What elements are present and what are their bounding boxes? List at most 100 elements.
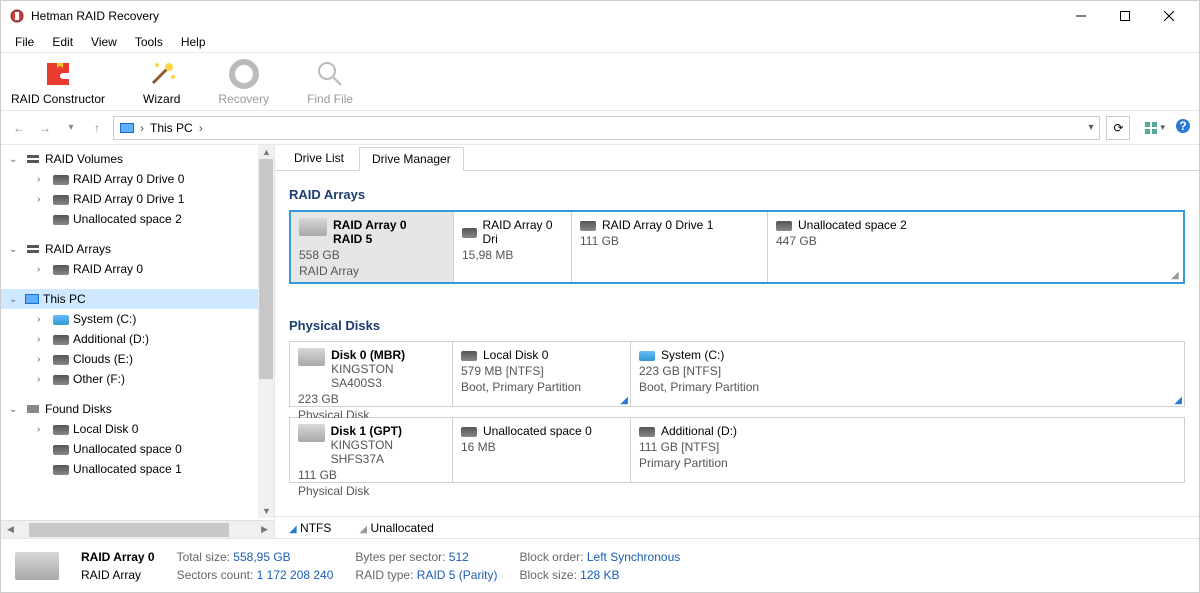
maximize-button[interactable] (1103, 2, 1147, 30)
tree-item[interactable]: ›Other (F:) (1, 369, 274, 389)
drive-icon (53, 465, 69, 475)
status-block-size: Block size: 128 KB (519, 568, 680, 582)
address-bar[interactable]: › This PC › ▾ (113, 116, 1100, 140)
partition-cell[interactable]: Unallocated space 0 16 MB (453, 418, 631, 482)
tree-group-found-disks[interactable]: ⌄Found Disks (1, 399, 274, 419)
expand-icon[interactable]: › (37, 264, 49, 275)
scrollbar-thumb[interactable] (29, 523, 229, 537)
expand-icon[interactable]: › (37, 354, 49, 365)
disk-header[interactable]: Disk 1 (GPT) KINGSTON SHFS37A 111 GB Phy… (290, 418, 453, 482)
expand-icon[interactable]: › (37, 334, 49, 345)
drive-icon (461, 351, 477, 361)
tab-drive-list[interactable]: Drive List (281, 146, 357, 170)
status-block-order: Block order: Left Synchronous (519, 550, 680, 564)
raid-part[interactable]: Unallocated space 2 447 GB ◢ (768, 212, 1183, 282)
partition-cell[interactable]: Local Disk 0 579 MB [NTFS] Boot, Primary… (453, 342, 631, 406)
raid-part[interactable]: RAID Array 0 Dri 15,98 MB (454, 212, 572, 282)
drive-icon (53, 425, 69, 435)
find-file-button[interactable]: Find File (307, 58, 353, 106)
tree-group-raid-arrays[interactable]: ⌄RAID Arrays (1, 239, 274, 259)
navbar: ← → ▾ ↑ › This PC › ▾ ⟳ ▾ ? (1, 111, 1199, 145)
hdd-icon (15, 552, 59, 580)
tree-item[interactable]: Unallocated space 1 (1, 459, 274, 479)
collapse-icon[interactable]: ⌄ (9, 244, 21, 255)
expand-icon[interactable]: › (37, 424, 49, 435)
scroll-right-icon[interactable]: ▶ (261, 524, 268, 535)
tree-group-raid-volumes[interactable]: ⌄RAID Volumes (1, 149, 274, 169)
tree-item[interactable]: ›RAID Array 0 Drive 0 (1, 169, 274, 189)
raid-part[interactable]: RAID Array 0 Drive 1 111 GB (572, 212, 768, 282)
chevron-right-icon: › (140, 121, 144, 135)
back-button[interactable]: ← (9, 118, 29, 138)
scroll-down-icon[interactable]: ▼ (262, 506, 271, 516)
tree-group-this-pc[interactable]: ⌄This PC (1, 289, 274, 309)
menu-edit[interactable]: Edit (44, 33, 81, 51)
volumes-icon (25, 152, 41, 166)
collapse-icon[interactable]: ⌄ (9, 154, 21, 165)
drive-icon (639, 351, 655, 361)
menu-help[interactable]: Help (173, 33, 214, 51)
minimize-button[interactable] (1059, 2, 1103, 30)
physical-disk-row[interactable]: Disk 0 (MBR) KINGSTON SA400S3 223 GB Phy… (289, 341, 1185, 407)
help-icon[interactable]: ? (1175, 118, 1191, 137)
drive-icon (462, 228, 477, 238)
tree-item[interactable]: ›Local Disk 0 (1, 419, 274, 439)
tree-item[interactable]: Unallocated space 0 (1, 439, 274, 459)
raid-array-header[interactable]: RAID Array 0 RAID 5 558 GB RAID Array (291, 212, 454, 282)
up-button[interactable]: ↑ (87, 118, 107, 138)
main-panel: Drive List Drive Manager RAID Arrays RAI… (275, 145, 1199, 538)
hdd-icon (298, 348, 325, 366)
arrays-icon (25, 242, 41, 256)
wizard-button[interactable]: Wizard (143, 58, 180, 106)
physical-disk-row[interactable]: Disk 1 (GPT) KINGSTON SHFS37A 111 GB Phy… (289, 417, 1185, 483)
tree-item[interactable]: ›RAID Array 0 Drive 1 (1, 189, 274, 209)
tree-item[interactable]: ›Additional (D:) (1, 329, 274, 349)
recovery-button[interactable]: Recovery (218, 58, 269, 106)
raid-constructor-button[interactable]: RAID Constructor (11, 58, 105, 106)
vertical-scrollbar[interactable]: ▲▼ (258, 145, 274, 518)
titlebar: Hetman RAID Recovery (1, 1, 1199, 31)
raid-name: RAID Array 0 (333, 218, 407, 232)
collapse-icon[interactable]: ⌄ (9, 294, 21, 305)
expand-icon[interactable]: › (37, 374, 49, 385)
menu-file[interactable]: File (7, 33, 42, 51)
collapse-icon[interactable]: ⌄ (9, 404, 21, 415)
tab-drive-manager[interactable]: Drive Manager (359, 147, 464, 171)
raid-kind: RAID Array (299, 264, 445, 278)
app-icon (9, 8, 25, 24)
status-raid-type: RAID type: RAID 5 (Parity) (355, 568, 497, 582)
tree-item[interactable]: ›System (C:) (1, 309, 274, 329)
puzzle-icon (42, 58, 74, 90)
expand-icon[interactable]: › (37, 174, 49, 185)
menu-view[interactable]: View (83, 33, 125, 51)
svg-text:?: ? (1179, 119, 1186, 133)
expand-icon[interactable]: › (37, 194, 49, 205)
drive-manager-body: RAID Arrays RAID Array 0 RAID 5 558 GB R… (275, 171, 1199, 516)
partition-cell[interactable]: System (C:) 223 GB [NTFS] Boot, Primary … (631, 342, 1184, 406)
tree-item[interactable]: Unallocated space 2 (1, 209, 274, 229)
forward-button[interactable]: → (35, 118, 55, 138)
disk-header[interactable]: Disk 0 (MBR) KINGSTON SA400S3 223 GB Phy… (290, 342, 453, 406)
scroll-left-icon[interactable]: ◀ (7, 524, 14, 535)
resize-grip-icon[interactable]: ◢ (1171, 270, 1181, 280)
recent-button[interactable]: ▾ (61, 118, 81, 138)
expand-icon[interactable]: › (37, 314, 49, 325)
hdd-icon (298, 424, 325, 442)
partition-cell[interactable]: Additional (D:) 111 GB [NTFS] Primary Pa… (631, 418, 1184, 482)
scrollbar-thumb[interactable] (259, 159, 273, 379)
scroll-up-icon[interactable]: ▲ (262, 147, 271, 157)
magnifier-icon (314, 58, 346, 90)
view-options-button[interactable]: ▾ (1144, 121, 1165, 135)
menu-tools[interactable]: Tools (127, 33, 171, 51)
tree-item[interactable]: ›Clouds (E:) (1, 349, 274, 369)
drive-icon (53, 355, 69, 365)
chevron-down-icon[interactable]: ▾ (1088, 122, 1093, 133)
raid-array-row[interactable]: RAID Array 0 RAID 5 558 GB RAID Array RA… (289, 210, 1185, 284)
horizontal-scrollbar[interactable]: ◀▶ (1, 520, 274, 538)
raid-size: 558 GB (299, 248, 445, 262)
breadcrumb-root[interactable]: This PC (150, 121, 193, 135)
refresh-button[interactable]: ⟳ (1106, 116, 1130, 140)
close-button[interactable] (1147, 2, 1191, 30)
tree-item[interactable]: ›RAID Array 0 (1, 259, 274, 279)
drive-icon (639, 427, 655, 437)
